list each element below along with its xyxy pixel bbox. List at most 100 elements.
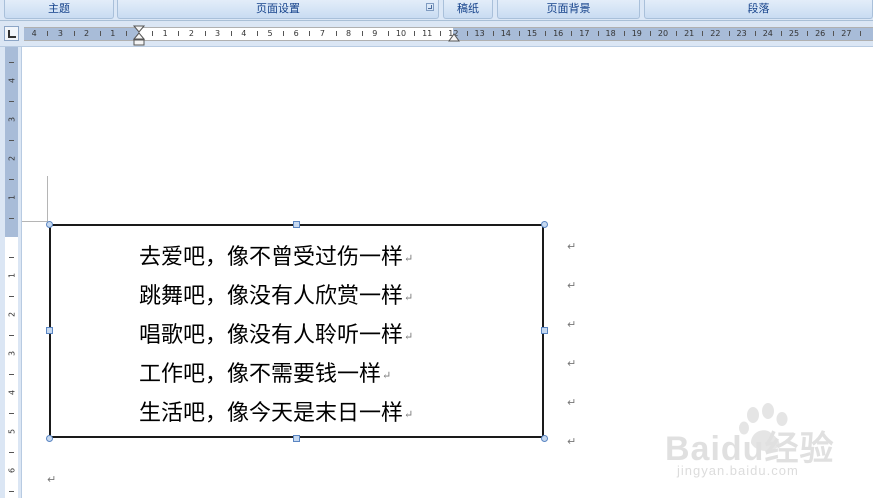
ruler-number: 4 [7, 389, 17, 396]
ruler-tick [9, 61, 14, 63]
ruler-tick [728, 31, 730, 36]
text-line: 唱歌吧，像没有人聆听一样↵ [139, 323, 414, 348]
ruler-tick [518, 31, 520, 36]
ruler-number: 27 [841, 29, 852, 38]
ruler-number: 17 [579, 29, 590, 38]
paragraph-mark-icon: ↵ [382, 368, 392, 382]
ruler-tick [440, 31, 442, 36]
ribbon-group-label: 段落 [747, 2, 770, 15]
ruler-tick [73, 31, 75, 36]
ruler-tick [649, 31, 651, 36]
ruler-tick [387, 31, 389, 36]
ruler-number: 11 [422, 29, 433, 38]
ruler-number: 10 [395, 29, 407, 38]
resize-handle-bottom-right[interactable] [541, 435, 548, 442]
ruler-number: 6 [293, 29, 299, 38]
resize-handle-right[interactable] [541, 327, 548, 334]
ruler-tick [9, 412, 14, 414]
paragraph-mark-icon: ↵ [567, 279, 577, 292]
left-tab-icon [8, 30, 16, 38]
resize-handle-top-right[interactable] [541, 221, 548, 228]
ruler-tick [230, 31, 232, 36]
ruler-tick [466, 31, 468, 36]
ruler-number: 3 [7, 116, 17, 123]
first-line-indent-marker[interactable] [133, 25, 145, 47]
text-box-content[interactable]: 去爱吧，像不曾受过伤一样↵ 跳舞吧，像没有人欣赏一样↵ 唱歌吧，像没有人聆听一样… [139, 238, 413, 433]
ruler-tick [309, 31, 311, 36]
ruler-number: 4 [31, 29, 37, 38]
ruler-number: 7 [319, 29, 325, 38]
resize-handle-bottom[interactable] [293, 435, 300, 442]
ruler-number: 25 [788, 29, 800, 38]
resize-handle-top[interactable] [293, 221, 300, 228]
ruler-number: 24 [762, 29, 773, 38]
resize-handle-top-left[interactable] [46, 221, 53, 228]
right-indent-marker[interactable] [448, 32, 460, 42]
ruler-number: 21 [684, 29, 695, 38]
ruler-tick [597, 31, 599, 36]
ruler-number: 5 [7, 428, 17, 435]
ribbon-group-theme[interactable]: 主题 [4, 0, 114, 19]
ruler-number: 26 [815, 29, 826, 38]
paragraph-mark-icon: ↵ [567, 435, 577, 448]
vertical-ruler[interactable]: 4 3 2 1 1 2 3 4 5 6 [5, 47, 18, 498]
margin-corner-mark [22, 221, 48, 222]
ruler-tick [780, 31, 782, 36]
text-line: 生活吧，像今天是末日一样↵ [139, 401, 414, 426]
ruler-tick [754, 31, 756, 36]
ruler-tick [9, 139, 14, 141]
paragraph-mark-icon: ↵ [567, 357, 577, 370]
ruler-tick [9, 178, 14, 180]
ruler-number: 23 [736, 29, 747, 38]
margin-corner-mark [47, 176, 48, 222]
ruler-number: 3 [7, 350, 17, 357]
text-line: 去爱吧，像不曾受过伤一样↵ [139, 245, 414, 270]
ribbon-group-paragraph[interactable]: 段落 [644, 0, 873, 19]
paragraph-mark-icon: ↵ [567, 318, 577, 331]
baidu-watermark: Baidu经验 jingyan.baidu.com [665, 403, 870, 493]
tab-selector-button[interactable] [4, 26, 19, 41]
ruler-tick [833, 31, 835, 36]
ribbon-group-label: 页面背景 [546, 2, 591, 15]
ruler-tick [256, 31, 258, 36]
dialog-launcher-icon[interactable] [426, 3, 434, 11]
ruler-number: 20 [657, 29, 669, 38]
ruler-tick [9, 334, 14, 336]
watermark-url: jingyan.baidu.com [677, 463, 799, 478]
ruler-tick [492, 31, 494, 36]
ruler-number: 22 [710, 29, 721, 38]
ruler-number: 16 [553, 29, 564, 38]
paragraph-mark-icon: ↵ [567, 396, 577, 409]
ruler-number: 6 [7, 467, 17, 474]
resize-handle-left[interactable] [46, 327, 53, 334]
paragraph-mark-icon: ↵ [404, 329, 414, 343]
ribbon-group-page-background[interactable]: 页面背景 [497, 0, 640, 19]
paragraph-mark-icon: ↵ [567, 240, 577, 253]
ruler-tick [571, 31, 573, 36]
ruler-number: 19 [631, 29, 642, 38]
ruler-tick [178, 31, 180, 36]
ribbon-group-manuscript[interactable]: 稿纸 [443, 0, 493, 19]
ruler-number: 2 [7, 155, 17, 162]
paragraph-mark-icon: ↵ [404, 251, 414, 265]
ruler-tick [702, 31, 704, 36]
ruler-tick [9, 295, 14, 297]
ribbon-group-label: 页面设置 [256, 2, 300, 15]
ruler-tick [125, 31, 127, 36]
ribbon-group-bar: 主题 页面设置 稿纸 页面背景 段落 [0, 0, 873, 21]
ruler-left-margin [24, 28, 139, 40]
resize-handle-bottom-left[interactable] [46, 435, 53, 442]
ruler-tick [204, 31, 206, 36]
text-line: 跳舞吧，像没有人欣赏一样↵ [139, 284, 414, 309]
ruler-number: 1 [110, 29, 116, 38]
ruler-number: 13 [474, 29, 485, 38]
ribbon-group-page-setup[interactable]: 页面设置 [117, 0, 439, 19]
ruler-number: 18 [605, 29, 616, 38]
ruler-number: 1 [7, 272, 17, 279]
ruler-tick [545, 31, 547, 36]
ruler-tick [623, 31, 625, 36]
ruler-tick [414, 31, 416, 36]
ruler-number: 9 [372, 29, 378, 38]
ruler-tick [361, 31, 363, 36]
ruler-number: 15 [526, 29, 538, 38]
